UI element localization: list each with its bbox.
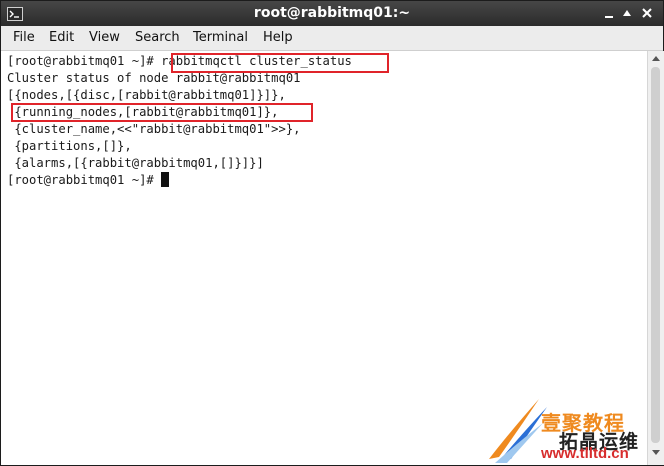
maximize-icon — [623, 10, 631, 16]
terminal-line: {alarms,[{rabbit@rabbitmq01,[]}]}] — [7, 156, 264, 170]
menu-edit[interactable]: Edit — [49, 30, 74, 45]
scroll-up-icon[interactable] — [651, 54, 661, 62]
close-button[interactable] — [639, 5, 655, 21]
watermark: 壹聚教程 拓晶运维 www.tlltd.cn — [485, 393, 661, 465]
terminal-line: {cluster_name,<<"rabbit@rabbitmq01">>}, — [7, 122, 301, 136]
watermark-url: www.tlltd.cn — [541, 445, 629, 462]
running-nodes-highlight-box — [11, 103, 313, 122]
terminal-line: {partitions,[]}, — [7, 139, 132, 153]
menu-file[interactable]: File — [13, 30, 35, 45]
maximize-button[interactable] — [619, 5, 635, 21]
close-icon — [642, 8, 652, 18]
minimize-icon — [605, 16, 613, 18]
window-title: root@rabbitmq01:~ — [253, 5, 411, 21]
minimize-button[interactable] — [601, 5, 617, 21]
text-cursor — [161, 172, 170, 187]
menu-help[interactable]: Help — [263, 30, 293, 45]
terminal-line: [{nodes,[{disc,[rabbit@rabbitmq01]}]}, — [7, 88, 286, 102]
menu-search[interactable]: Search — [135, 30, 180, 45]
menu-terminal[interactable]: Terminal — [193, 30, 248, 45]
scrollbar-thumb[interactable] — [651, 67, 660, 443]
title-bar[interactable]: root@rabbitmq01:~ — [1, 1, 663, 26]
terminal-window: root@rabbitmq01:~ File Edit View Search … — [0, 0, 664, 466]
menu-view[interactable]: View — [89, 30, 120, 45]
shell-prompt: [root@rabbitmq01 ~]# — [7, 54, 162, 68]
command-highlight-box — [171, 53, 389, 73]
terminal-line: [root@rabbitmq01 ~]# — [7, 172, 170, 189]
menu-bar: File Edit View Search Terminal Help — [1, 26, 663, 51]
shell-prompt: [root@rabbitmq01 ~]# — [7, 173, 162, 187]
